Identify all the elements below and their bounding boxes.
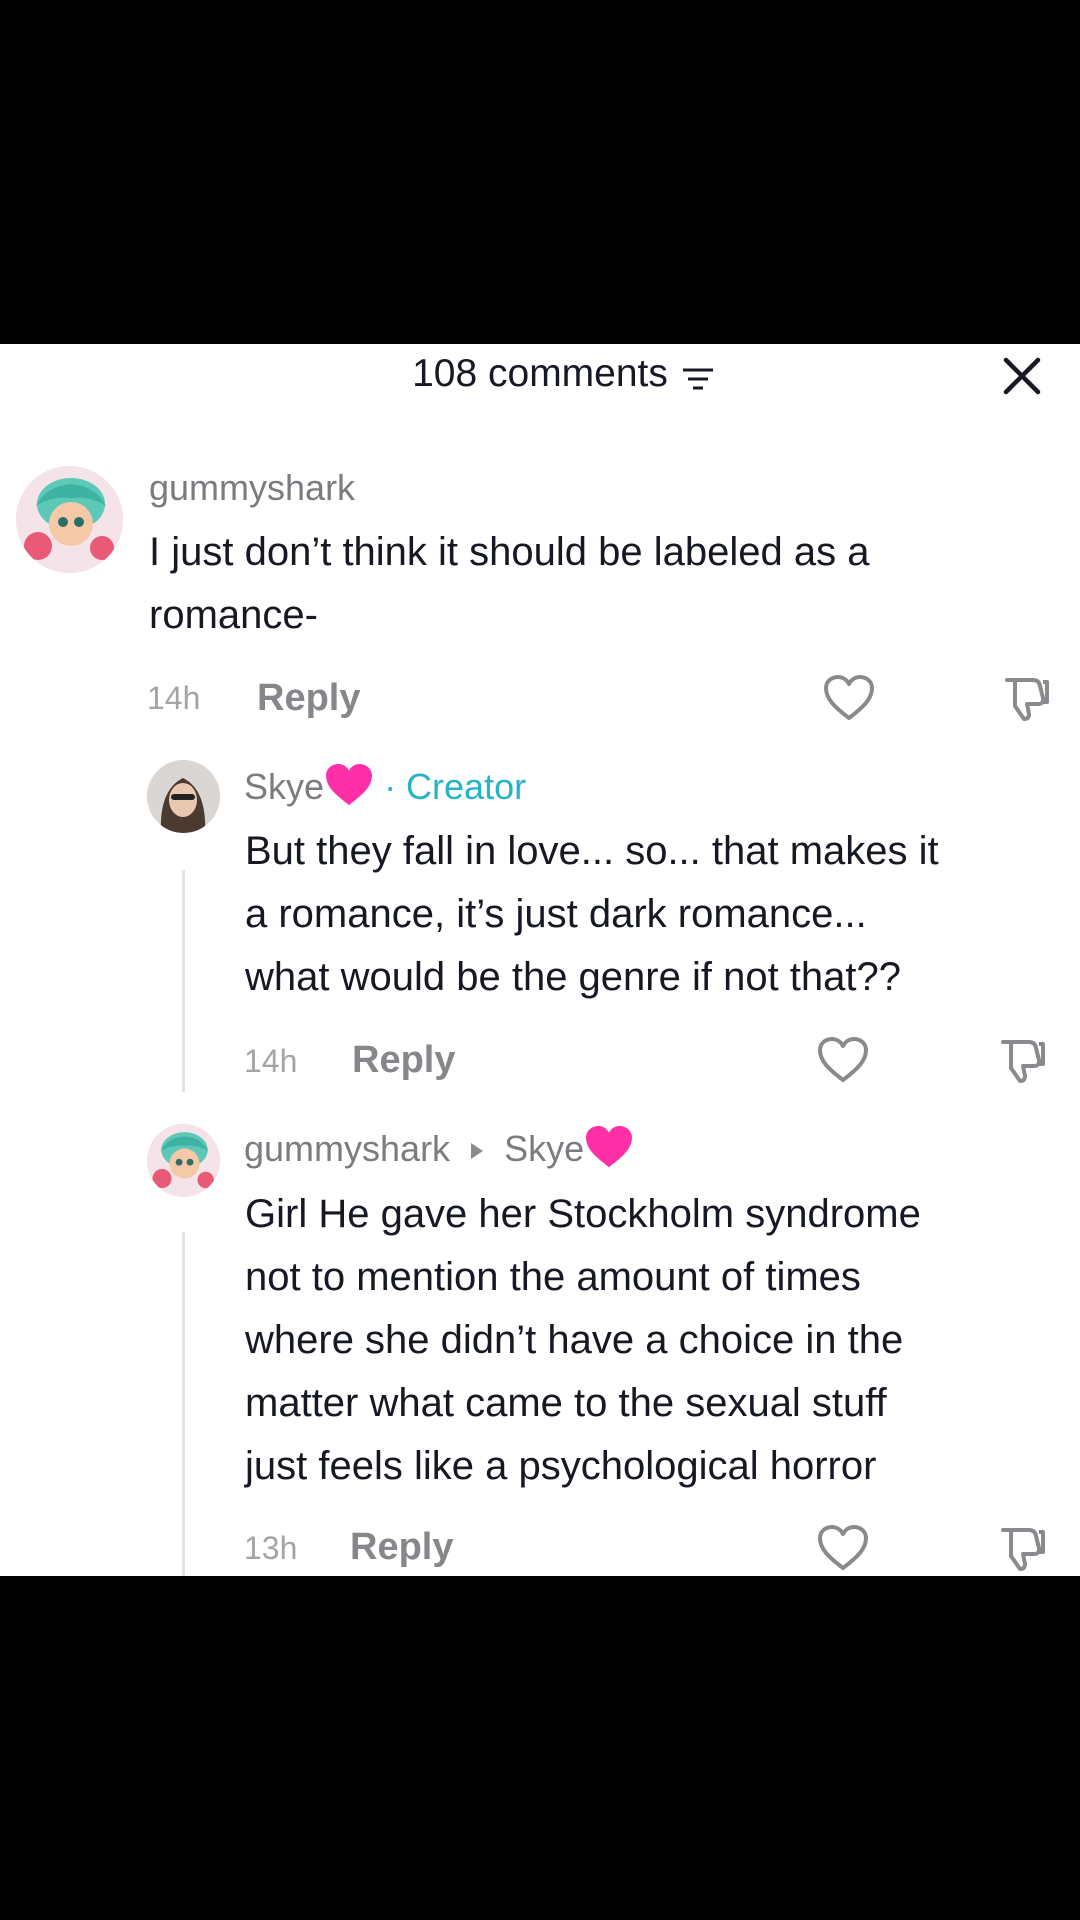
- heart-outline-icon[interactable]: [817, 1036, 869, 1084]
- comments-sheet: 108 comments gummyshark I just don’t thi…: [0, 344, 1080, 1576]
- sort-lines-icon[interactable]: [681, 366, 715, 394]
- comment-timestamp: 14h: [244, 1043, 298, 1079]
- pink-heart-emoji: [586, 1125, 633, 1168]
- pink-heart-emoji: [326, 763, 373, 806]
- thread-line: [182, 870, 185, 1092]
- close-icon[interactable]: [1002, 356, 1042, 396]
- comment-username[interactable]: Skye · Creator: [244, 763, 526, 808]
- comment-text: But they fall in love... so... that make…: [245, 829, 939, 999]
- comments-header: 108 comments: [0, 344, 1080, 406]
- comment-text: I just don’t think it should be labeled …: [149, 530, 870, 637]
- comment-timestamp: 14h: [147, 680, 201, 716]
- reply-arrow-icon: [471, 1143, 484, 1159]
- heart-outline-icon[interactable]: [823, 674, 875, 722]
- thread-line: [182, 1232, 185, 1576]
- thumbs-down-icon[interactable]: [999, 1036, 1047, 1084]
- thumbs-down-icon[interactable]: [999, 1524, 1047, 1572]
- heart-outline-icon[interactable]: [817, 1524, 869, 1572]
- avatar[interactable]: [147, 1124, 220, 1197]
- reply-button[interactable]: Reply: [257, 677, 360, 720]
- reply-button[interactable]: Reply: [350, 1526, 453, 1569]
- comment-username[interactable]: gummyshark: [149, 467, 355, 509]
- comment-username[interactable]: gummyshark Skye: [244, 1125, 634, 1170]
- creator-badge: · Creator: [384, 766, 527, 807]
- comment-text: Girl He gave her Stockholm syndrome not …: [245, 1192, 921, 1488]
- thumbs-down-icon[interactable]: [1003, 674, 1051, 722]
- avatar[interactable]: [147, 760, 220, 833]
- avatar[interactable]: [16, 466, 123, 573]
- comment-timestamp: 13h: [244, 1530, 298, 1566]
- comment-count-title: 108 comments: [412, 352, 668, 395]
- reply-button[interactable]: Reply: [352, 1039, 455, 1082]
